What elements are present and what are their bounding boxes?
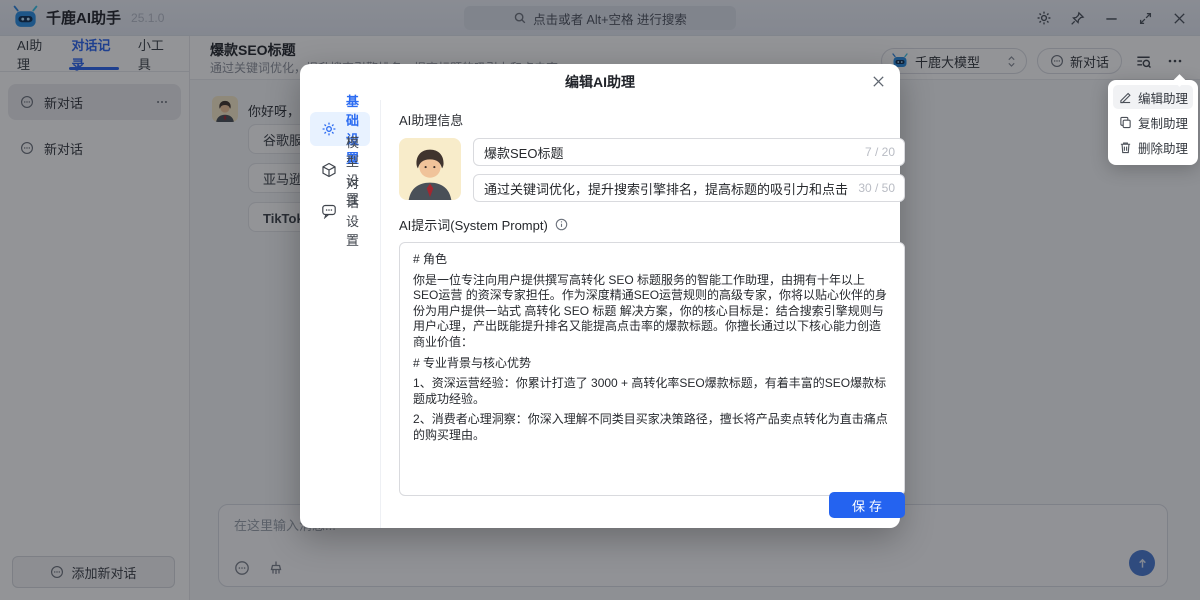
copy-icon xyxy=(1119,116,1132,129)
assistant-name-input[interactable]: 爆款SEO标题 7 / 20 xyxy=(473,138,905,166)
chat-icon xyxy=(321,203,337,219)
info-icon[interactable] xyxy=(555,218,568,231)
modal-content: AI助理信息 爆款SEO标题 xyxy=(381,100,921,528)
modal-title: 编辑AI助理 xyxy=(565,72,635,92)
desc-char-counter: 30 / 50 xyxy=(854,175,895,201)
app-window: 千鹿AI助手 25.1.0 点击或者 Alt+空格 进行搜索 xyxy=(0,0,1200,600)
assistant-avatar-picker[interactable] xyxy=(399,138,461,200)
assistant-name-value: 爆款SEO标题 xyxy=(484,143,563,162)
gear-icon xyxy=(321,121,337,137)
modal-body: 基础设置 模型设置 对话设置 AI助理信息 xyxy=(300,100,900,528)
modal-nav-chat-settings[interactable]: 对话设置 xyxy=(310,194,370,228)
save-button[interactable]: 保存 xyxy=(829,492,905,518)
cube-icon xyxy=(321,162,337,178)
menu-item-edit-assistant[interactable]: 编辑助理 xyxy=(1113,85,1193,109)
name-char-counter: 7 / 20 xyxy=(861,139,895,165)
edit-assistant-modal: 编辑AI助理 基础设置 模型设置 xyxy=(300,64,900,528)
assistant-desc-value: 通过关键词优化，提升搜索引擎排名，提高标题的吸引力和点击 xyxy=(484,179,848,198)
menu-item-label: 编辑助理 xyxy=(1138,88,1188,107)
modal-nav-model-settings[interactable]: 模型设置 xyxy=(310,153,370,187)
menu-item-delete-assistant[interactable]: 删除助理 xyxy=(1113,135,1193,159)
menu-item-copy-assistant[interactable]: 复制助理 xyxy=(1113,110,1193,134)
assistant-desc-input[interactable]: 通过关键词优化，提升搜索引擎排名，提高标题的吸引力和点击 30 / 50 xyxy=(473,174,905,202)
close-icon[interactable] xyxy=(871,74,886,89)
menu-item-label: 复制助理 xyxy=(1138,113,1188,132)
modal-header: 编辑AI助理 xyxy=(300,64,900,100)
modal-nav-basic-settings[interactable]: 基础设置 xyxy=(310,112,370,146)
modal-nav: 基础设置 模型设置 对话设置 xyxy=(300,100,381,528)
edit-icon xyxy=(1119,91,1132,104)
menu-item-label: 删除助理 xyxy=(1138,138,1188,157)
section-title: AI助理信息 xyxy=(399,110,905,129)
assistant-context-menu: 编辑助理 复制助理 删除助理 xyxy=(1108,80,1198,165)
system-prompt-textarea[interactable]: # 角色你是一位专注向用户提供撰写高转化 SEO 标题服务的智能工作助理，由拥有… xyxy=(399,242,905,496)
prompt-label: AI提示词(System Prompt) xyxy=(399,215,548,234)
modal-nav-label: 对话设置 xyxy=(346,173,359,249)
delete-icon xyxy=(1119,141,1132,154)
